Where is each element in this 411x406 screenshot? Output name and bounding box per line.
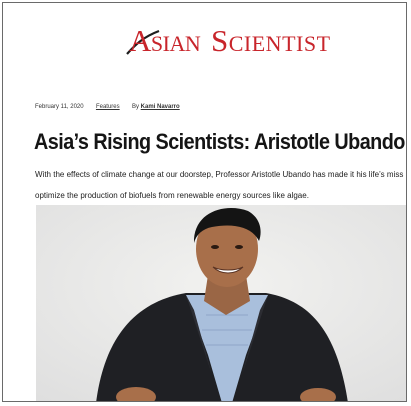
summary-line: optimize the production of biofuels from… — [35, 191, 309, 200]
article-title: Asia’s Rising Scientists: Aristotle Uban… — [34, 129, 405, 154]
category-link[interactable]: Features — [96, 104, 120, 110]
site-logo[interactable]: Asian Scientist — [126, 23, 369, 59]
byline-prefix: By — [131, 104, 139, 110]
screenshot-frame: Asian Scientist February 11, 2020 Featur… — [2, 2, 407, 402]
article-meta: February 11, 2020 Features By Kami Navar… — [35, 104, 180, 110]
summary-line: With the effects of climate change at ou… — [35, 170, 404, 179]
article-date: February 11, 2020 — [35, 104, 84, 110]
article-summary: With the effects of climate change at ou… — [35, 164, 406, 206]
article-photo — [36, 205, 406, 401]
logo-word-scientist: Scientist — [211, 23, 331, 58]
author-link[interactable]: Kami Navarro — [141, 104, 180, 110]
portrait-photo-icon — [36, 205, 406, 401]
logo-word-asian: Asian — [129, 23, 201, 58]
